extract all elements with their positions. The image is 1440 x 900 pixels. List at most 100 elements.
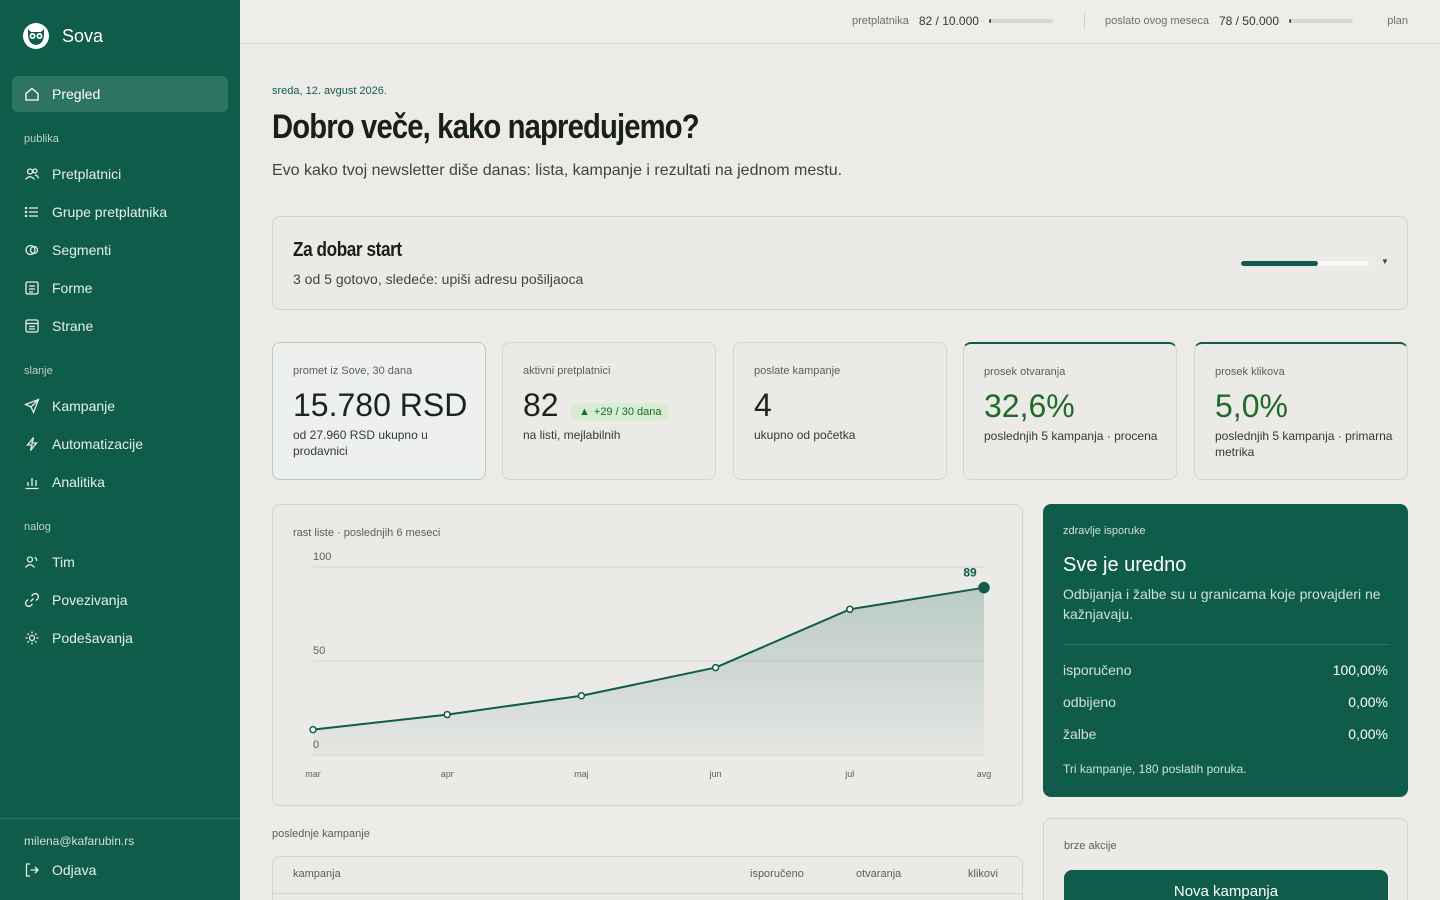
- sent-usage-value: 78 / 50.000: [1218, 14, 1280, 28]
- health-row-bounced: odbijeno 0,00%: [1063, 694, 1388, 710]
- x-tick-label: jul: [844, 769, 854, 779]
- logout-button[interactable]: Odjava: [12, 852, 228, 888]
- recent-campaigns-table: kampanja isporučeno otvaranja klikovi: [272, 856, 1023, 900]
- kpi-active-subscribers: aktivni pretplatnici 82 ▲ +29 / 30 dana n…: [502, 342, 716, 480]
- new-campaign-button[interactable]: Nova kampanja: [1064, 870, 1388, 900]
- health-footer: Tri kampanje, 180 poslatih poruka.: [1063, 762, 1247, 776]
- health-row-value: 100,00%: [1332, 662, 1388, 678]
- onboarding-subtitle: 3 od 5 gotovo, sledeće: upiši adresu poš…: [293, 271, 584, 287]
- delivery-health-card: zdravlje isporuke Sve je uredno Odbijanj…: [1043, 504, 1408, 797]
- kpi-value: 15.780 RSD: [293, 387, 468, 423]
- sidebar-item-segments[interactable]: Segmenti: [12, 232, 228, 268]
- sidebar-item-team[interactable]: Tim: [12, 544, 228, 580]
- logout-icon: [25, 863, 39, 877]
- data-point: [443, 710, 451, 719]
- kpi-delta-value: +29 / 30 dana: [593, 406, 662, 418]
- sidebar-item-campaigns[interactable]: Kampanje: [12, 388, 228, 424]
- sidebar-item-groups[interactable]: Grupe pretplatnika: [12, 194, 228, 230]
- sidebar-item-analytics[interactable]: Analitika: [12, 464, 228, 500]
- sidebar-item-label: Segmenti: [52, 242, 112, 258]
- x-tick-label: jun: [709, 769, 722, 779]
- kpi-revenue: promet iz Sove, 30 dana 15.780 RSD od 27…: [272, 342, 486, 480]
- data-point: [846, 605, 854, 614]
- onboarding-progress-bar: [1241, 261, 1369, 266]
- sidebar-item-label: Forme: [52, 280, 93, 296]
- onboarding-title: Za dobar start: [293, 239, 402, 261]
- health-row-complaints: žalbe 0,00%: [1063, 726, 1388, 742]
- column-header-opens[interactable]: otvaranja: [856, 868, 901, 880]
- kpi-label: aktivni pretplatnici: [523, 365, 611, 377]
- quick-actions-card: brze akcije Nova kampanja: [1043, 818, 1408, 900]
- sent-usage: poslato ovog meseca 78 / 50.000: [1105, 14, 1354, 28]
- sidebar-item-forms[interactable]: Forme: [12, 270, 228, 306]
- health-row-label: odbijeno: [1063, 694, 1116, 710]
- sidebar-divider: [0, 818, 240, 819]
- sidebar-item-label: Pregled: [52, 86, 101, 102]
- kpi-label: promet iz Sove, 30 dana: [293, 365, 413, 377]
- health-description: Odbijanja i žalbe su u granicama koje pr…: [1063, 586, 1381, 622]
- quick-actions-label: brze akcije: [1064, 840, 1117, 852]
- brand[interactable]: Sova: [22, 22, 103, 50]
- sidebar-item-automations[interactable]: Automatizacije: [12, 426, 228, 462]
- subscribers-usage-bar: [988, 19, 1053, 23]
- send-icon: [24, 398, 40, 414]
- kpi-open-rate: prosek otvaranja 32,6% poslednjih 5 kamp…: [963, 342, 1177, 480]
- kpi-label: prosek otvaranja: [984, 366, 1066, 378]
- team-icon: [24, 556, 38, 568]
- sidebar: Sova Pregled publika Pretplatnici Grupe …: [0, 0, 240, 900]
- health-divider: [1063, 644, 1388, 645]
- sent-usage-fill: [1289, 19, 1292, 23]
- column-header-campaign[interactable]: kampanja: [293, 868, 341, 880]
- sidebar-item-label: Analitika: [52, 474, 105, 490]
- health-row-label: isporučeno: [1063, 662, 1132, 678]
- sent-usage-bar: [1289, 19, 1354, 23]
- page-title: Dobro veče, kako napredujemo?: [272, 108, 700, 146]
- kpi-value: 4: [754, 387, 772, 423]
- onboarding-card[interactable]: Za dobar start 3 od 5 gotovo, sledeće: u…: [272, 216, 1408, 310]
- brand-name: Sova: [62, 25, 104, 46]
- x-tick-label: apr: [441, 769, 454, 779]
- kpi-note: ukupno od početka: [754, 428, 856, 442]
- nav-section-account: nalog: [24, 521, 51, 533]
- recent-campaigns-title: poslednje kampanje: [272, 828, 370, 840]
- x-tick-label: maj: [574, 769, 589, 779]
- y-tick-label: 50: [313, 645, 325, 657]
- bar-chart-icon: [25, 478, 39, 490]
- subscribers-usage-label: pretplatnika: [852, 15, 909, 27]
- health-title: Sve je uredno: [1063, 554, 1187, 576]
- health-row-delivered: isporučeno 100,00%: [1063, 662, 1388, 678]
- chevron-down-icon[interactable]: ▼: [1381, 257, 1389, 266]
- data-label-last: 89: [963, 566, 977, 580]
- segments-icon: [25, 244, 39, 256]
- health-row-value: 0,00%: [1348, 694, 1388, 710]
- nav-section-audience: publika: [24, 133, 59, 145]
- sidebar-item-label: Kampanje: [52, 398, 116, 414]
- sidebar-item-subscribers[interactable]: Pretplatnici: [12, 156, 228, 192]
- data-point: [577, 692, 586, 700]
- plan-link[interactable]: plan: [1387, 15, 1408, 27]
- kpi-note: na listi, mejlabilnih: [523, 428, 621, 442]
- kpi-value: 5,0%: [1215, 388, 1288, 424]
- page-subtitle: Evo kako tvoj newsletter diše danas: lis…: [272, 162, 843, 179]
- health-row-label: žalbe: [1063, 726, 1097, 742]
- health-label: zdravlje isporuke: [1063, 525, 1146, 537]
- column-header-delivered[interactable]: isporučeno: [750, 868, 804, 880]
- current-date: sreda, 12. avgust 2026.: [272, 85, 387, 97]
- kpi-value: 82: [523, 387, 559, 423]
- triangle-up-icon: ▲: [579, 406, 590, 418]
- column-header-clicks[interactable]: klikovi: [968, 868, 998, 880]
- table-header-divider: [273, 893, 1022, 894]
- list-growth-chart: 050100maraprmajjunjulavg89: [305, 551, 991, 779]
- list-growth-chart-card: rast liste · poslednjih 6 meseci 050100m…: [272, 504, 1023, 806]
- topbar-divider: [1084, 12, 1085, 30]
- kpi-click-rate: prosek klikova 5,0% poslednjih 5 kampanj…: [1194, 342, 1408, 480]
- sidebar-item-label: Automatizacije: [52, 436, 144, 452]
- sidebar-item-label: Povezivanja: [52, 592, 128, 608]
- sidebar-item-settings[interactable]: Podešavanja: [12, 620, 228, 656]
- sidebar-item-pages[interactable]: Strane: [12, 308, 228, 344]
- sidebar-item-label: Tim: [52, 554, 75, 570]
- sidebar-item-overview[interactable]: Pregled: [12, 76, 228, 112]
- sidebar-item-integrations[interactable]: Povezivanja: [12, 582, 228, 618]
- sidebar-item-label: Pretplatnici: [52, 166, 122, 182]
- kpi-value: 32,6%: [984, 388, 1075, 424]
